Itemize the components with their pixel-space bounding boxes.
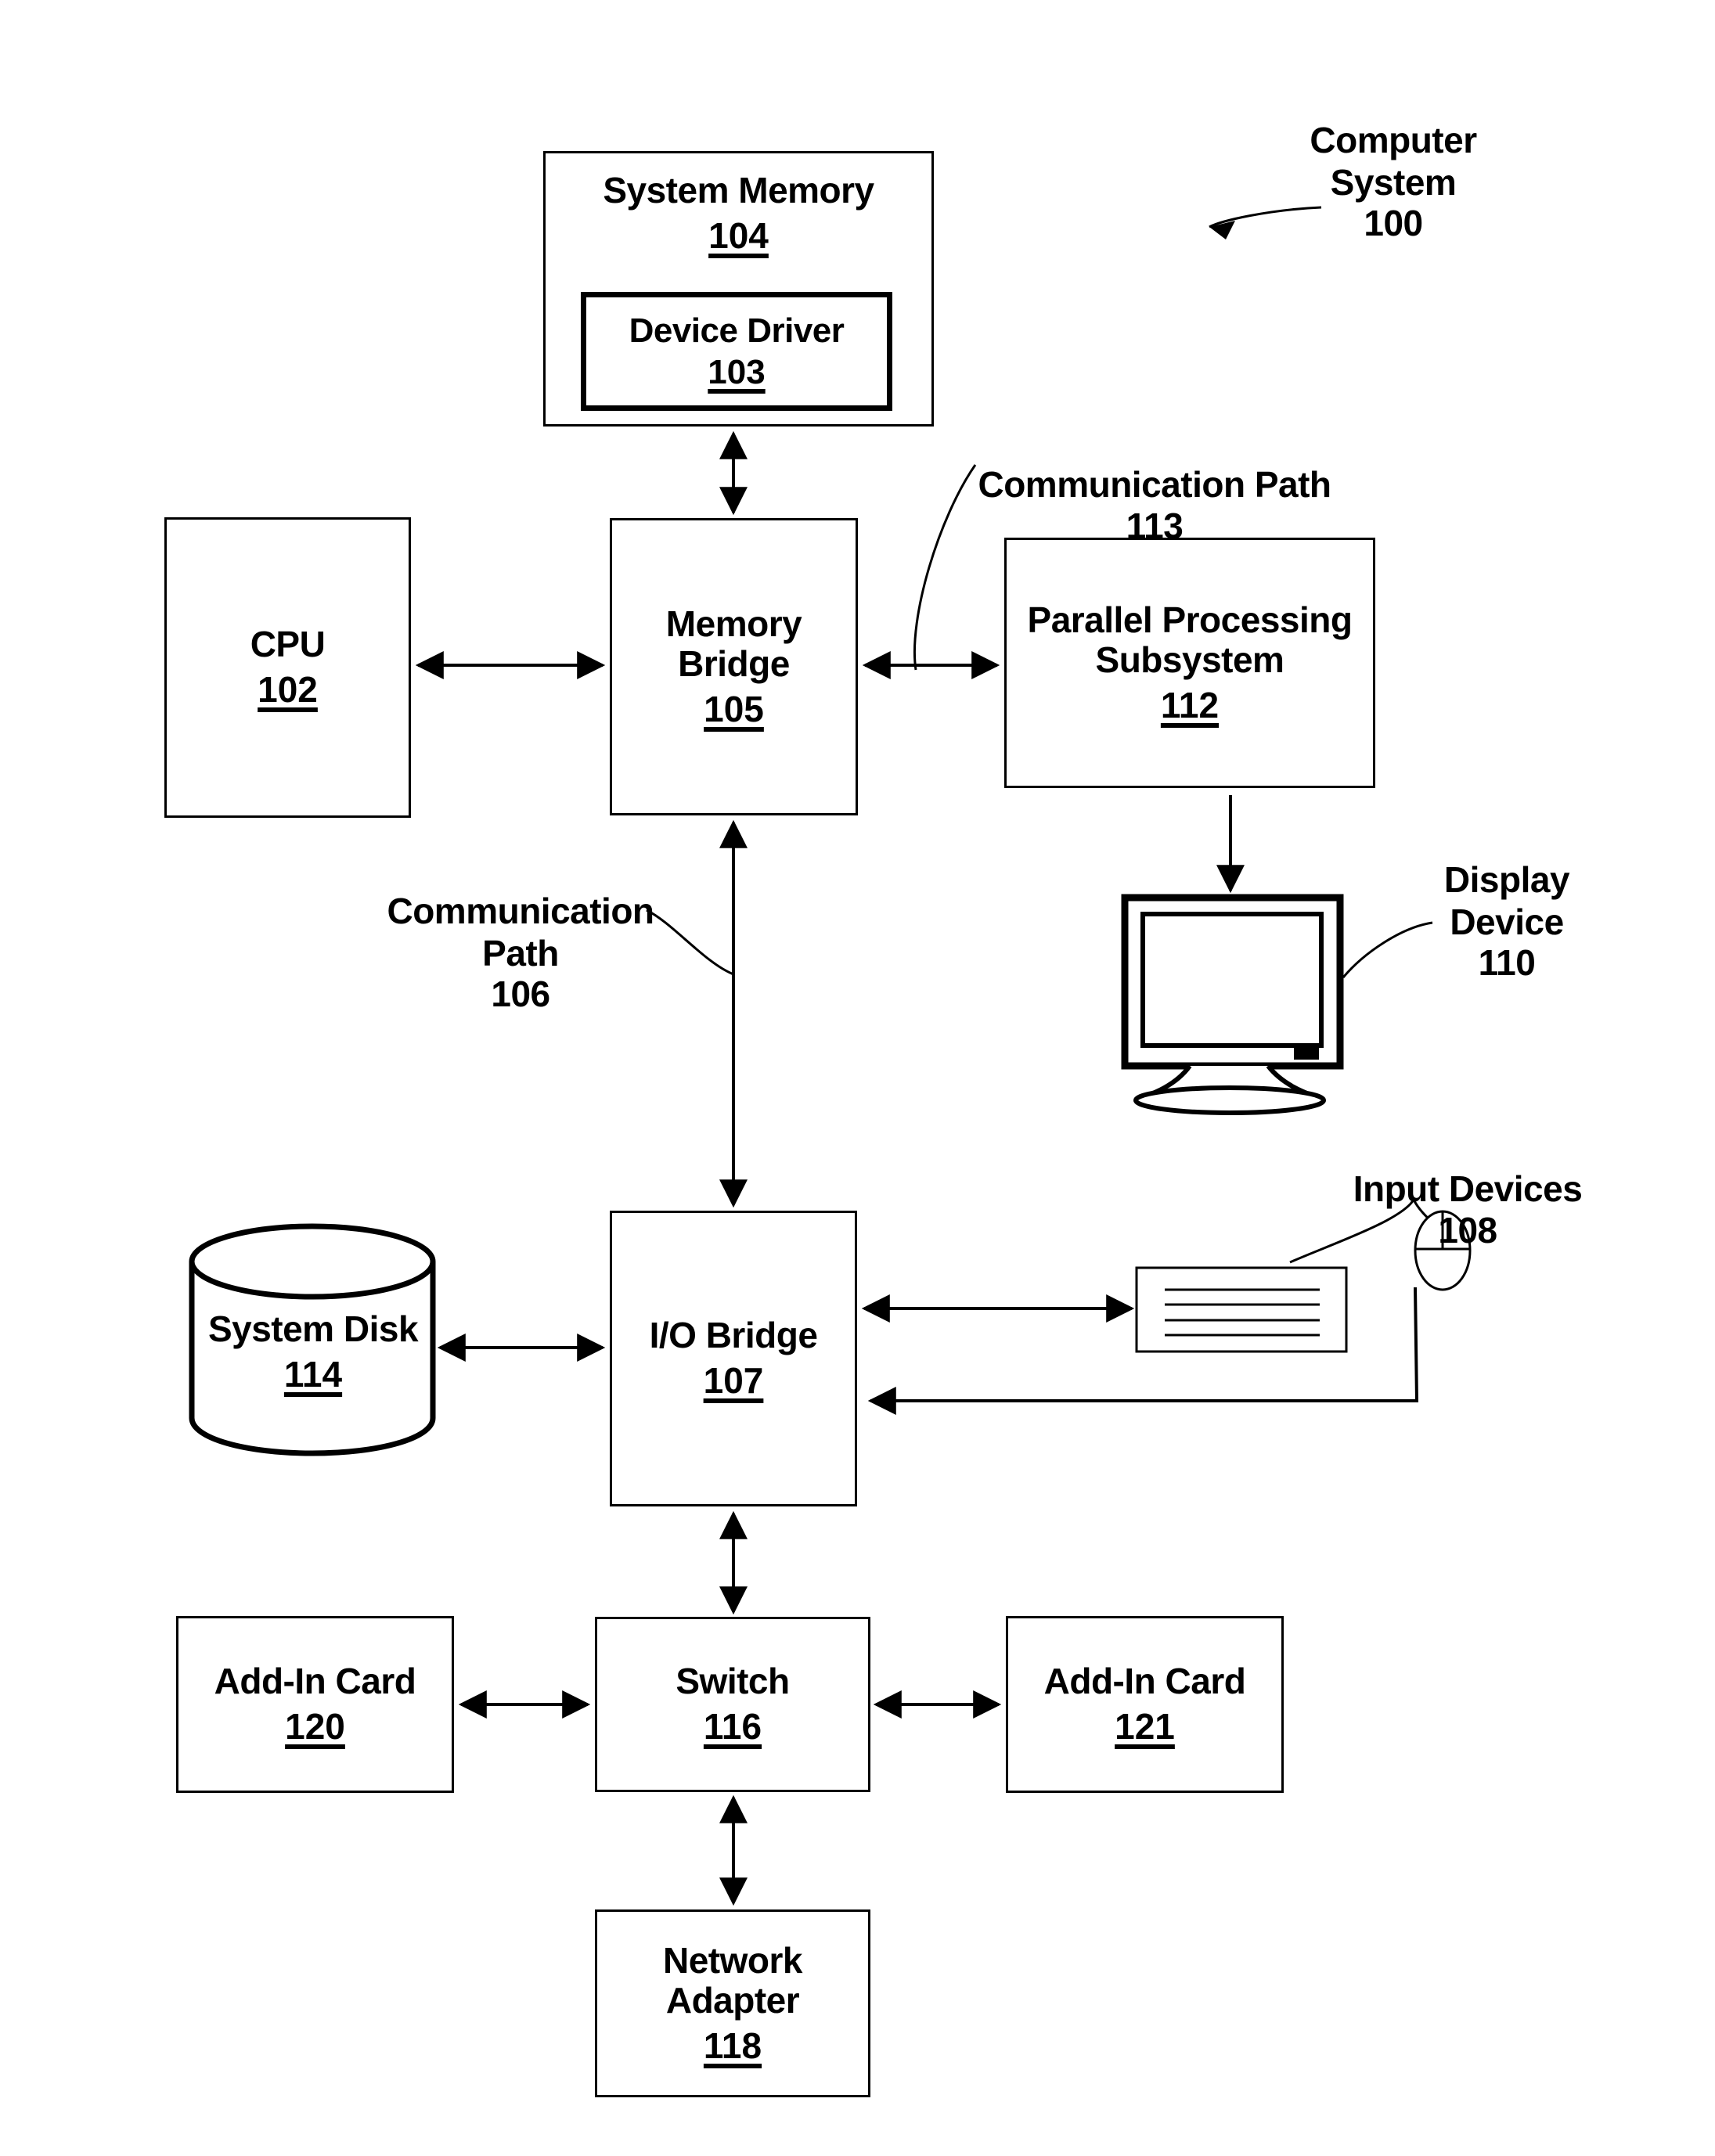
block-network-adapter[interactable]: Network Adapter 118 bbox=[595, 1909, 870, 2097]
block-switch[interactable]: Switch 116 bbox=[595, 1617, 870, 1792]
block-network-adapter-number: 118 bbox=[703, 2025, 762, 2066]
block-cpu-title: CPU bbox=[250, 624, 326, 665]
block-pps-number: 112 bbox=[1160, 684, 1220, 725]
block-cpu[interactable]: CPU 102 bbox=[164, 517, 411, 818]
callout-input-devices-number: 108 bbox=[1438, 1209, 1497, 1251]
figure-canvas: System Memory 104 Device Driver 103 CPU … bbox=[0, 0, 1715, 2156]
figure-title-number: 100 bbox=[1364, 203, 1423, 244]
block-switch-title: Switch bbox=[676, 1661, 790, 1702]
block-system-memory-number: 104 bbox=[708, 214, 769, 256]
callout-input-devices: Input Devices 108 bbox=[1311, 1127, 1624, 1293]
block-device-driver-title: Device Driver bbox=[629, 311, 845, 350]
block-memory-bridge-title: Memory Bridge bbox=[665, 603, 802, 685]
block-io-bridge[interactable]: I/O Bridge 107 bbox=[610, 1211, 857, 1506]
callout-comm-path-106: Communication Path 106 bbox=[356, 849, 685, 1056]
block-add-in-card-120-title: Add-In Card bbox=[214, 1661, 416, 1702]
block-cpu-number: 102 bbox=[258, 669, 318, 710]
block-device-driver-number: 103 bbox=[708, 353, 766, 391]
block-io-bridge-number: 107 bbox=[703, 1360, 764, 1401]
block-switch-number: 116 bbox=[703, 1706, 762, 1747]
callout-comm-path-106-number: 106 bbox=[491, 974, 550, 1015]
figure-title-text: Computer System bbox=[1310, 120, 1477, 203]
block-system-memory-title: System Memory bbox=[603, 170, 874, 211]
block-add-in-card-120[interactable]: Add-In Card 120 bbox=[176, 1616, 454, 1793]
block-add-in-card-120-number: 120 bbox=[285, 1706, 345, 1747]
block-network-adapter-title: Network Adapter bbox=[663, 1939, 802, 2021]
block-io-bridge-title: I/O Bridge bbox=[649, 1315, 818, 1356]
callout-comm-path-113-text: Communication Path bbox=[978, 464, 1331, 506]
callout-input-devices-text: Input Devices bbox=[1353, 1168, 1583, 1210]
callout-display-device: Display Device 110 bbox=[1385, 818, 1628, 1025]
callout-display-device-text: Display Device bbox=[1443, 859, 1570, 942]
callout-comm-path-106-text: Communication Path bbox=[387, 891, 654, 974]
figure-title-label: Computer System 100 bbox=[1260, 78, 1526, 286]
block-add-in-card-121[interactable]: Add-In Card 121 bbox=[1006, 1616, 1284, 1793]
block-pps-title: Parallel Processing Subsystem bbox=[1027, 599, 1353, 681]
block-add-in-card-121-number: 121 bbox=[1115, 1706, 1175, 1747]
monitor-icon bbox=[1121, 894, 1344, 1115]
block-system-disk-title: System Disk bbox=[207, 1308, 419, 1350]
leader-computer-system-arrowhead bbox=[1209, 221, 1235, 239]
callout-display-device-number: 110 bbox=[1478, 942, 1536, 984]
callout-comm-path-113-number: 113 bbox=[1126, 505, 1184, 546]
block-system-disk[interactable]: System Disk 114 bbox=[200, 1274, 427, 1431]
block-memory-bridge[interactable]: Memory Bridge 105 bbox=[610, 518, 858, 815]
block-device-driver[interactable]: Device Driver 103 bbox=[581, 292, 892, 411]
callout-comm-path-113: Communication Path 113 bbox=[931, 423, 1378, 588]
block-add-in-card-121-title: Add-In Card bbox=[1043, 1661, 1246, 1702]
block-memory-bridge-number: 105 bbox=[704, 688, 764, 729]
block-system-disk-number: 114 bbox=[283, 1354, 343, 1395]
